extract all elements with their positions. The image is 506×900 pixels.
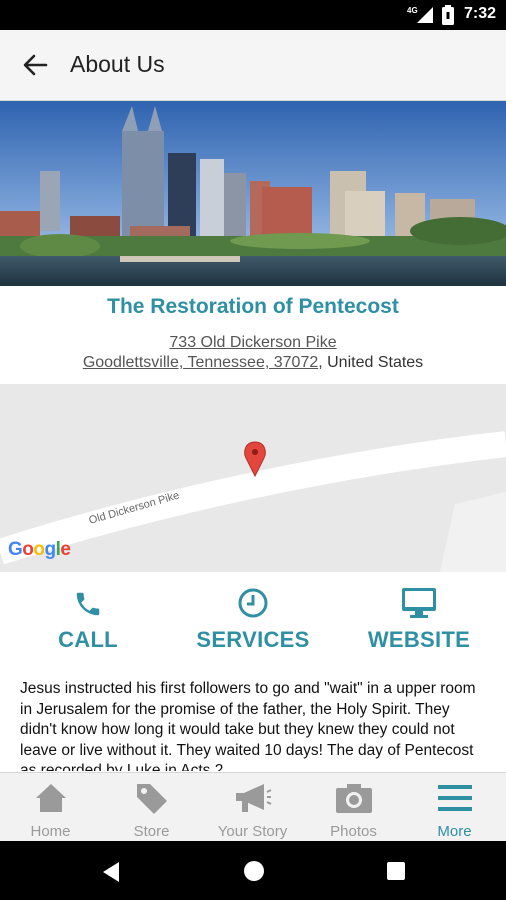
monitor-icon [402, 588, 436, 618]
nav-home-label: Home [30, 823, 71, 840]
website-label: WEBSITE [367, 627, 471, 652]
page-title: About Us [70, 51, 165, 77]
home-circle-icon[interactable] [243, 860, 265, 882]
phone-icon [76, 592, 100, 616]
back-triangle-icon[interactable] [101, 861, 121, 883]
address-city-line: Goodlettsville, Tennessee, 37072, United… [0, 354, 506, 372]
address-street[interactable]: 733 Old Dickerson Pike [0, 334, 506, 352]
location-map[interactable]: Old Dickerson Pike Google [0, 384, 506, 572]
nav-your-story[interactable]: Your Story [202, 779, 303, 840]
clock-time: 7:32 [463, 5, 496, 22]
tag-icon [136, 784, 167, 814]
call-button[interactable]: CALL [8, 585, 168, 653]
nav-store-label: Store [133, 823, 170, 840]
nav-photos[interactable]: Photos [303, 779, 404, 840]
nav-store[interactable]: Store [101, 779, 202, 840]
battery-icon [442, 5, 454, 25]
google-logo: Google [8, 539, 71, 560]
system-nav-bar [0, 841, 506, 900]
call-label: CALL [58, 627, 118, 652]
about-description: Jesus instructed his first followers to … [20, 680, 476, 771]
website-button[interactable]: WEBSITE [339, 585, 499, 653]
map-canvas: Old Dickerson Pike [0, 384, 506, 572]
status-bar: 4G 7:32 [0, 0, 506, 30]
camera-icon [335, 784, 372, 813]
city-state-zip-link[interactable]: Goodlettsville, Tennessee, 37072 [83, 354, 318, 371]
bottom-navigation: Home Store Your Story Photos More [0, 772, 506, 841]
app-toolbar: About Us [0, 30, 506, 101]
clock-icon [238, 588, 268, 618]
nav-more-label: More [437, 823, 472, 840]
services-label: SERVICES [196, 627, 310, 652]
megaphone-icon [235, 784, 271, 812]
back-arrow-icon[interactable] [18, 50, 52, 80]
nav-more[interactable]: More [404, 779, 505, 840]
services-button[interactable]: SERVICES [173, 585, 333, 653]
signal-icon [417, 7, 433, 23]
nav-home[interactable]: Home [0, 779, 101, 840]
home-icon [35, 784, 66, 812]
recents-square-icon[interactable] [387, 862, 405, 880]
action-row: CALL SERVICES WEBSITE [0, 585, 506, 655]
nav-photos-label: Photos [330, 823, 377, 840]
menu-icon [437, 785, 472, 811]
city-skyline-image [0, 101, 506, 286]
street-link[interactable]: 733 Old Dickerson Pike [169, 334, 336, 351]
nav-your-story-label: Your Story [217, 823, 288, 840]
church-name: The Restoration of Pentecost [107, 295, 399, 318]
country-text: , United States [318, 354, 424, 371]
